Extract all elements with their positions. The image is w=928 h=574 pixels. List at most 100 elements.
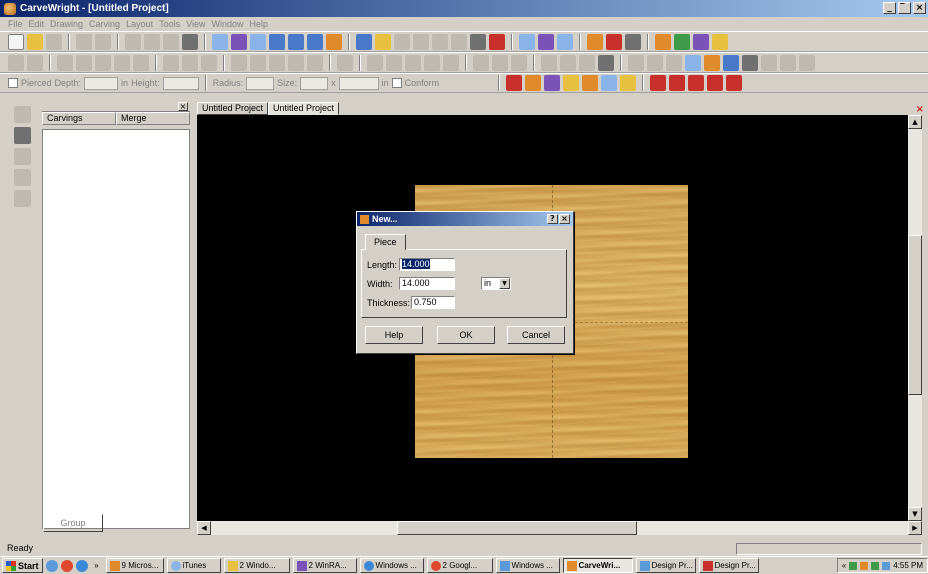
view-1-icon[interactable] bbox=[628, 54, 644, 71]
view-9-icon[interactable] bbox=[780, 54, 796, 71]
bit-cut-icon[interactable] bbox=[563, 75, 580, 91]
scroll-right-icon[interactable]: ▶ bbox=[908, 521, 922, 535]
view-7-icon[interactable] bbox=[742, 54, 758, 71]
task-itunes[interactable]: iTunes bbox=[166, 558, 221, 573]
show-desktop-icon[interactable] bbox=[45, 559, 58, 572]
tab-untitled-project-2[interactable]: Untitled Project bbox=[268, 102, 340, 115]
ungroup-icon[interactable] bbox=[182, 54, 198, 71]
size-height-field[interactable] bbox=[338, 76, 379, 90]
rectangle-tool-icon[interactable] bbox=[250, 33, 266, 50]
edge-3-icon[interactable] bbox=[579, 54, 595, 71]
width-field[interactable]: 14.000 bbox=[399, 277, 455, 290]
bit-route-icon[interactable] bbox=[544, 75, 561, 91]
delete-icon[interactable] bbox=[182, 33, 198, 50]
measure-height-icon[interactable] bbox=[726, 75, 743, 91]
dialog-close-button[interactable]: × bbox=[559, 214, 570, 224]
horizontal-scrollbar[interactable]: ◀ ▶ bbox=[197, 521, 922, 535]
font-f-icon[interactable] bbox=[587, 33, 603, 50]
library-panel-icon[interactable] bbox=[13, 127, 31, 144]
pattern-panel-icon[interactable] bbox=[13, 148, 31, 165]
view-4-icon[interactable] bbox=[685, 54, 701, 71]
group-button[interactable]: Group bbox=[43, 514, 103, 532]
minimize-button[interactable]: _ bbox=[883, 2, 896, 14]
shape-tool-icon[interactable] bbox=[307, 33, 323, 50]
shapes-icon[interactable] bbox=[538, 33, 554, 50]
sketch-icon[interactable] bbox=[394, 33, 410, 50]
flip-vertical-icon[interactable] bbox=[288, 54, 304, 71]
undo-icon[interactable] bbox=[76, 33, 92, 50]
pen-icon[interactable] bbox=[413, 33, 429, 50]
scroll-down-icon[interactable]: ▼ bbox=[908, 507, 922, 521]
menu-drawing[interactable]: Drawing bbox=[50, 19, 83, 29]
depth-field[interactable] bbox=[84, 76, 119, 90]
open-folder-icon[interactable] bbox=[27, 33, 43, 50]
menu-layout[interactable]: Layout bbox=[126, 19, 153, 29]
carve-region-icon[interactable] bbox=[356, 33, 372, 50]
bit-icon[interactable] bbox=[375, 33, 391, 50]
carve-profile-4-icon[interactable] bbox=[424, 54, 440, 71]
tray-office-icon[interactable] bbox=[860, 561, 869, 570]
task-google-chrome[interactable]: 2 Googl... bbox=[426, 558, 493, 573]
carvings-list[interactable] bbox=[42, 129, 190, 529]
redo-icon[interactable] bbox=[95, 33, 111, 50]
panel-close-icon[interactable]: × bbox=[178, 102, 188, 111]
distribute-vertical-icon[interactable] bbox=[76, 54, 92, 71]
vertical-scrollbar[interactable]: ▲ ▼ bbox=[908, 115, 922, 521]
pierced-checkbox[interactable] bbox=[8, 78, 18, 88]
task-design-pro-2[interactable]: Design Pr... bbox=[698, 558, 759, 573]
start-button[interactable]: Start bbox=[2, 558, 43, 573]
align-left-icon[interactable] bbox=[8, 54, 24, 71]
select-arrow-icon[interactable] bbox=[212, 33, 228, 50]
task-windows-media[interactable]: Windows ... bbox=[359, 558, 424, 573]
measure-width-icon[interactable] bbox=[707, 75, 724, 91]
ie-quicklaunch-icon[interactable] bbox=[75, 559, 88, 572]
radius-field[interactable] bbox=[246, 76, 275, 90]
pattern-tool-icon[interactable] bbox=[326, 33, 342, 50]
edge-1-icon[interactable] bbox=[541, 54, 557, 71]
mirror-icon[interactable] bbox=[307, 54, 323, 71]
align-middle-icon[interactable] bbox=[133, 54, 149, 71]
carve-profile-1-icon[interactable] bbox=[367, 54, 383, 71]
flip-horizontal-icon[interactable] bbox=[269, 54, 285, 71]
merge-column-header[interactable]: Merge bbox=[116, 112, 190, 125]
copy-icon[interactable] bbox=[144, 33, 160, 50]
view-5-icon[interactable] bbox=[704, 54, 720, 71]
cancel-button[interactable]: Cancel bbox=[507, 326, 565, 344]
library-icon[interactable] bbox=[712, 33, 728, 50]
menu-carving[interactable]: Carving bbox=[89, 19, 120, 29]
rotate-right-icon[interactable] bbox=[250, 54, 266, 71]
rotate-left-icon[interactable] bbox=[231, 54, 247, 71]
zoom-icon[interactable] bbox=[557, 33, 573, 50]
distribute-icon[interactable] bbox=[57, 54, 73, 71]
chrome-quicklaunch-icon[interactable] bbox=[60, 559, 73, 572]
task-winrar[interactable]: 2 WinRA... bbox=[292, 558, 357, 573]
menu-edit[interactable]: Edit bbox=[29, 19, 45, 29]
settings-gear-icon[interactable] bbox=[13, 190, 31, 207]
weld-icon[interactable] bbox=[337, 54, 353, 71]
carve-profile-3-icon[interactable] bbox=[405, 54, 421, 71]
node-icon[interactable] bbox=[201, 54, 217, 71]
texture-icon[interactable] bbox=[674, 33, 690, 50]
menu-help[interactable]: Help bbox=[249, 19, 268, 29]
paste-icon[interactable] bbox=[163, 33, 179, 50]
save-icon[interactable] bbox=[46, 33, 62, 50]
thickness-field[interactable]: 0.750 bbox=[411, 296, 455, 309]
color-picker-icon[interactable] bbox=[655, 33, 671, 50]
edge-2-icon[interactable] bbox=[560, 54, 576, 71]
view-8-icon[interactable] bbox=[761, 54, 777, 71]
volume-icon[interactable] bbox=[882, 561, 891, 570]
network-signal-icon[interactable] bbox=[871, 561, 880, 570]
scroll-left-icon[interactable]: ◀ bbox=[197, 521, 211, 535]
dialog-help-button[interactable]: ? bbox=[547, 214, 558, 224]
task-design-pro-1[interactable]: Design Pr... bbox=[635, 558, 696, 573]
move-icon[interactable] bbox=[231, 33, 247, 50]
layers-icon[interactable] bbox=[693, 33, 709, 50]
font-r-icon[interactable] bbox=[606, 33, 622, 50]
bit-fill-icon[interactable] bbox=[620, 75, 637, 91]
bit-select-icon[interactable] bbox=[506, 75, 523, 91]
panel-icon[interactable] bbox=[625, 33, 641, 50]
cut-icon[interactable] bbox=[125, 33, 141, 50]
unit-select[interactable]: in ▼ bbox=[481, 277, 511, 290]
carve-profile-2-icon[interactable] bbox=[386, 54, 402, 71]
arc-tool-icon[interactable] bbox=[269, 33, 285, 50]
